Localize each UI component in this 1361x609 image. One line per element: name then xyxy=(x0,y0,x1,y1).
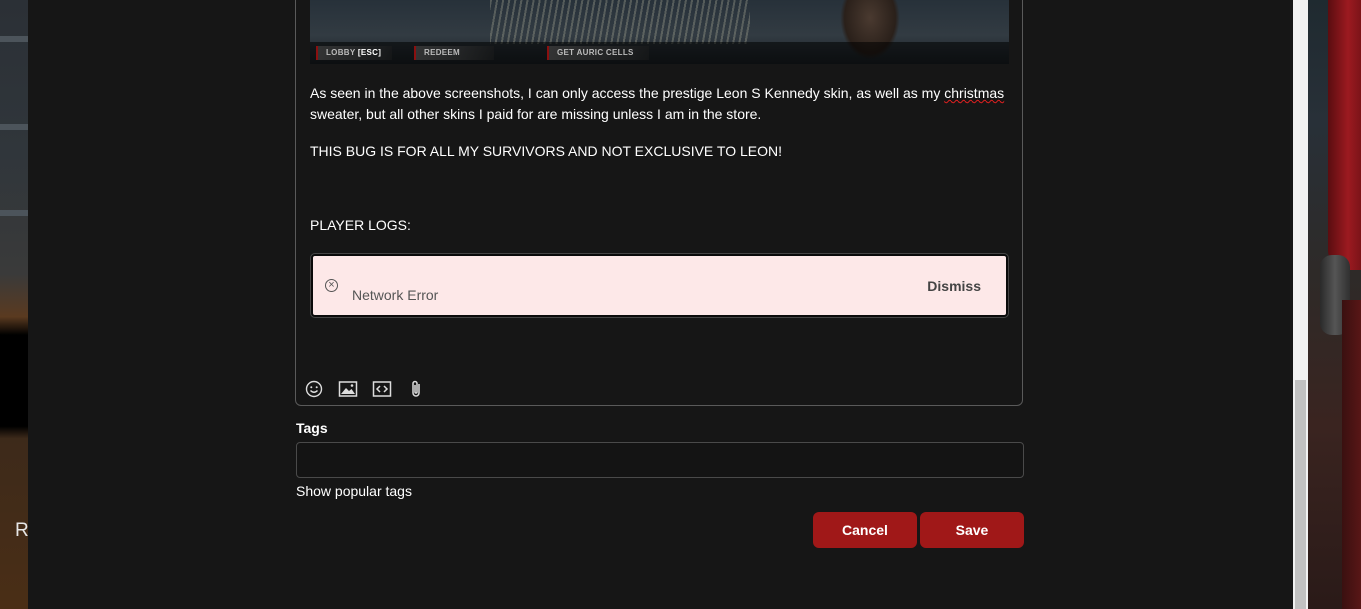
background-right-strip xyxy=(1308,0,1361,609)
game-redeem-button: REDEEM xyxy=(414,46,494,60)
background-left-strip xyxy=(0,0,28,609)
attachment-icon[interactable] xyxy=(406,379,426,399)
cancel-button[interactable]: Cancel xyxy=(813,512,917,548)
post-paragraph-1[interactable]: As seen in the above screenshots, I can … xyxy=(310,83,1010,125)
scrollbar-thumb[interactable] xyxy=(1295,380,1306,609)
post-paragraph-2[interactable]: THIS BUG IS FOR ALL MY SURVIVORS AND NOT… xyxy=(310,141,1010,162)
emoji-icon[interactable] xyxy=(304,379,324,399)
background-left-letter: R xyxy=(15,520,29,541)
network-error-banner: × Network Error Dismiss xyxy=(310,253,1009,318)
page-scrollbar[interactable] xyxy=(1293,0,1308,609)
game-menu-bar: LOBBY [ESC] REDEEM GET AURIC CELLS xyxy=(310,42,1009,64)
error-circle-x-icon: × xyxy=(325,279,338,292)
tags-label: Tags xyxy=(296,420,328,436)
image-icon[interactable] xyxy=(338,379,358,399)
dismiss-button[interactable]: Dismiss xyxy=(927,278,981,294)
game-lobby-button: LOBBY [ESC] xyxy=(316,46,392,60)
tags-input[interactable] xyxy=(296,442,1024,478)
save-button[interactable]: Save xyxy=(920,512,1024,548)
error-message: Network Error xyxy=(352,287,439,303)
game-auric-cells-button: GET AURIC CELLS xyxy=(547,46,649,60)
code-icon[interactable] xyxy=(372,379,392,399)
embedded-screenshot: LOBBY [ESC] REDEEM GET AURIC CELLS xyxy=(310,0,1009,64)
post-paragraph-3[interactable]: PLAYER LOGS: xyxy=(310,215,1010,236)
show-popular-tags-link[interactable]: Show popular tags xyxy=(296,483,412,499)
misspelled-word[interactable]: christmas xyxy=(944,85,1004,101)
